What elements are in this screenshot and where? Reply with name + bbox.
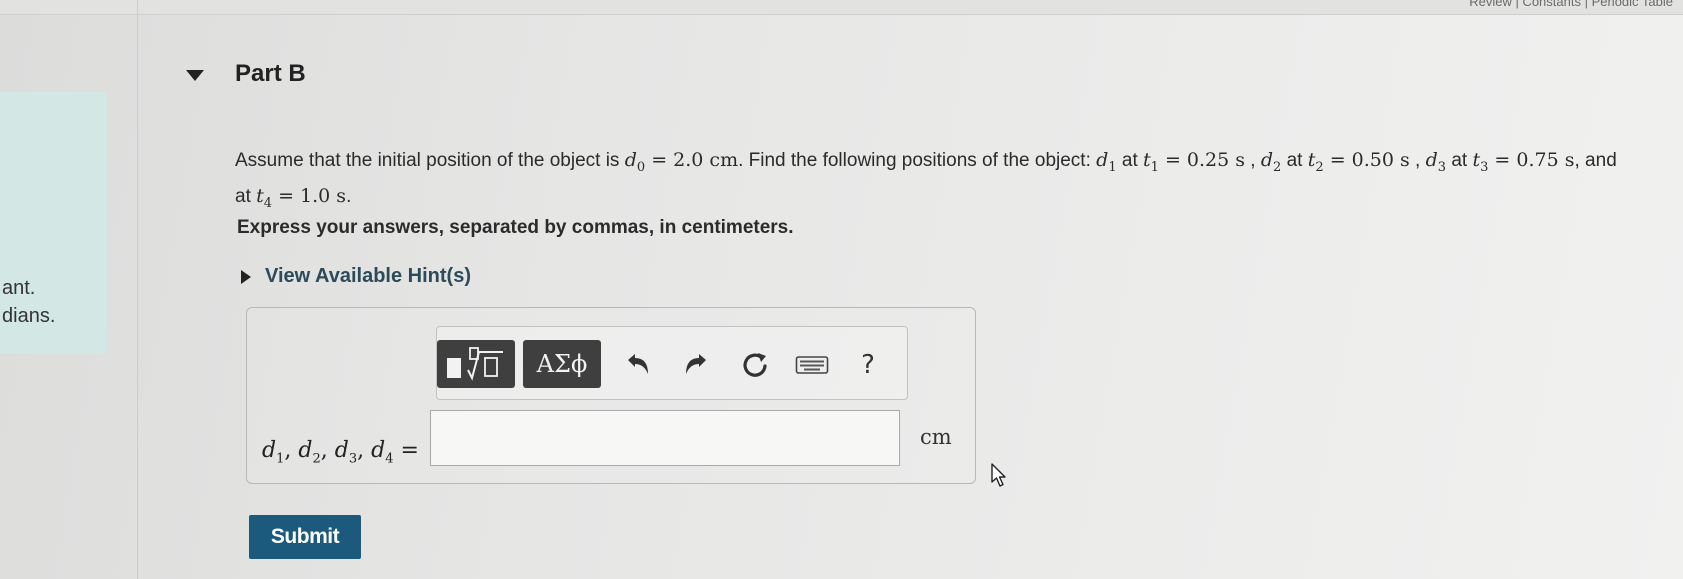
- answer-variable-label: d1, d2, d3, d4 =: [262, 438, 419, 467]
- template-sqrt-button[interactable]: [437, 340, 515, 388]
- top-links[interactable]: Review | Constants | Periodic Table: [1469, 0, 1673, 9]
- top-bar: Review | Constants | Periodic Table: [0, 0, 1683, 15]
- keyboard-icon: [795, 356, 829, 374]
- template-sqrt-icon: [447, 347, 503, 381]
- keyboard-button[interactable]: [794, 348, 830, 382]
- reset-icon: [743, 353, 767, 377]
- left-panel-text-2: dians.: [2, 305, 56, 327]
- hint-expand-caret-icon[interactable]: [241, 270, 251, 284]
- mouse-cursor-icon: [991, 463, 1006, 487]
- help-button[interactable]: ?: [851, 348, 885, 382]
- submit-button[interactable]: Submit: [249, 515, 361, 559]
- redo-button[interactable]: [680, 348, 714, 382]
- answer-input[interactable]: [430, 410, 900, 466]
- undo-icon: [628, 354, 648, 374]
- redo-icon: [686, 354, 706, 374]
- collapse-caret-icon[interactable]: [186, 70, 204, 81]
- undo-button[interactable]: [620, 348, 654, 382]
- reset-button[interactable]: [738, 348, 772, 382]
- left-panel-text-1: ant.: [2, 277, 36, 299]
- greek-symbols-button[interactable]: ΑΣϕ: [523, 340, 601, 388]
- left-divider: [137, 0, 138, 579]
- answer-instructions: Express your answers, separated by comma…: [237, 217, 794, 238]
- view-hints-link[interactable]: View Available Hint(s): [265, 265, 471, 288]
- answer-unit: cm: [920, 425, 952, 449]
- part-title: Part B: [235, 60, 306, 87]
- problem-statement: Assume that the initial position of the …: [235, 149, 1617, 211]
